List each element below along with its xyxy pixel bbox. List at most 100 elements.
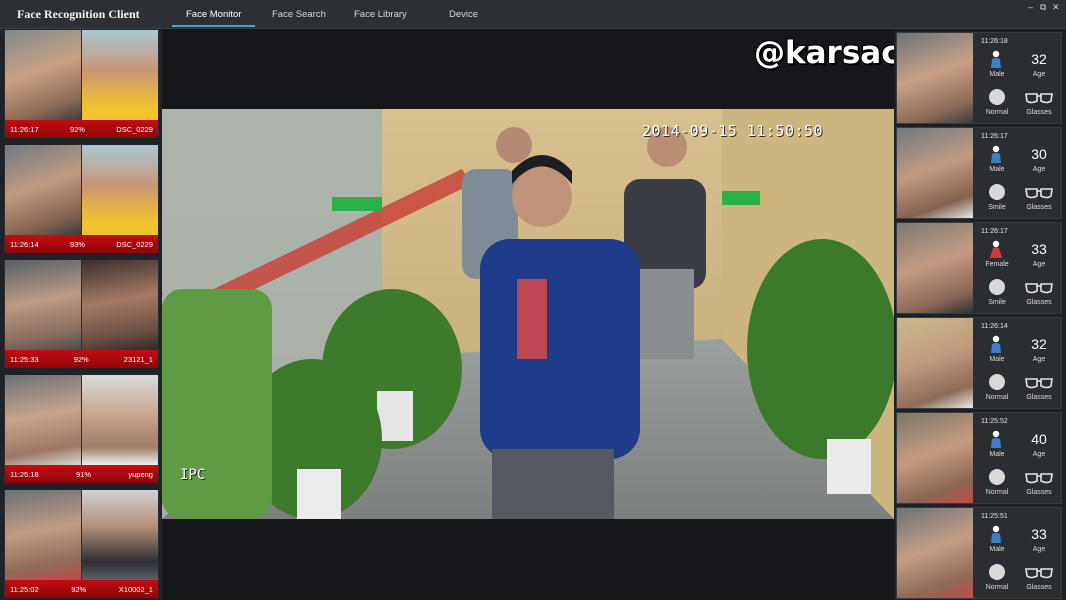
male-icon xyxy=(991,335,1001,353)
attribute-list: 11:26:18 Male 32 Age Normal Glasses 11:2… xyxy=(894,29,1066,600)
male-icon xyxy=(991,145,1001,163)
minimize-icon[interactable]: – xyxy=(1028,2,1033,12)
match-card[interactable]: 11:25:33 92% 23121_1 xyxy=(4,260,159,368)
app-title: Face Recognition Client xyxy=(17,7,140,21)
match-score: 92% xyxy=(69,124,85,134)
expression-label: Normal xyxy=(985,489,1009,496)
attribute-card[interactable]: 11:25:52 Male 40 Age Normal Glasses xyxy=(896,412,1062,504)
match-info-bar: 11:25:18 91% yupeng xyxy=(5,465,158,483)
title-bar: Face Recognition Client Face Monitor Fac… xyxy=(0,0,1066,29)
capture-time: 11:26:18 xyxy=(981,38,1008,45)
captured-face-image xyxy=(5,375,81,465)
match-name: yupeng xyxy=(128,469,153,479)
expression-label: Smile xyxy=(988,204,1006,211)
tab-face-search[interactable]: Face Search xyxy=(272,0,326,29)
gender-label: Male xyxy=(989,546,1005,553)
tab-face-library[interactable]: Face Library xyxy=(354,0,407,29)
age-value: 32 xyxy=(1031,51,1047,67)
active-tab-indicator xyxy=(172,25,255,27)
attribute-card[interactable]: 11:26:18 Male 32 Age Normal Glasses xyxy=(896,32,1062,124)
face-expression-icon xyxy=(989,89,1005,105)
face-expression-icon xyxy=(989,184,1005,200)
match-card[interactable]: 11:25:18 91% yupeng xyxy=(4,375,159,483)
glasses-label: Glasses xyxy=(1026,394,1052,401)
gender-label: Male xyxy=(989,356,1005,363)
expression-label: Normal xyxy=(985,394,1009,401)
captured-face-image xyxy=(897,508,973,598)
gender-label: Female xyxy=(985,261,1009,268)
match-name: X10002_1 xyxy=(118,584,153,594)
glasses-icon xyxy=(1025,283,1053,294)
attribute-card[interactable]: 11:26:17 Female 33 Age Smile Glasses xyxy=(896,222,1062,314)
gender-label: Male xyxy=(989,451,1005,458)
capture-time: 11:25:51 xyxy=(981,513,1008,520)
attribute-card[interactable]: 11:26:17 Male 30 Age Smile Glasses xyxy=(896,127,1062,219)
match-time: 11:25:02 xyxy=(10,584,39,594)
capture-time: 11:26:17 xyxy=(981,228,1008,235)
glasses-label: Glasses xyxy=(1026,109,1052,116)
glasses-label: Glasses xyxy=(1026,489,1052,496)
male-icon xyxy=(991,525,1001,543)
glasses-icon xyxy=(1025,473,1053,484)
captured-face-image xyxy=(897,128,973,218)
expression-label: Normal xyxy=(985,584,1009,591)
match-info-bar: 11:25:02 92% X10002_1 xyxy=(5,580,158,598)
gender-label: Male xyxy=(989,166,1005,173)
captured-face-image xyxy=(897,413,973,503)
gender-label: Male xyxy=(989,71,1005,78)
match-score: 92% xyxy=(73,354,89,364)
match-time: 11:25:18 xyxy=(10,469,39,479)
face-expression-icon xyxy=(989,374,1005,390)
match-list: 11:26:17 92% DSC_0229 11:26:14 93% DSC_0… xyxy=(0,29,162,600)
video-timestamp: 2014-09-15 11:50:50 xyxy=(642,122,824,140)
match-info-bar: 11:26:17 92% DSC_0229 xyxy=(5,120,158,138)
tab-device[interactable]: Device xyxy=(449,0,478,29)
match-time: 11:26:14 xyxy=(10,239,39,249)
age-label: Age xyxy=(1032,451,1046,458)
match-card[interactable]: 11:25:02 92% X10002_1 xyxy=(4,490,159,598)
captured-face-image xyxy=(5,260,81,350)
match-info-bar: 11:26:14 93% DSC_0229 xyxy=(5,235,158,253)
library-face-image xyxy=(82,490,158,580)
close-icon[interactable]: ✕ xyxy=(1052,2,1060,13)
age-value: 40 xyxy=(1031,431,1047,447)
match-score: 91% xyxy=(76,469,92,479)
match-card[interactable]: 11:26:17 92% DSC_0229 xyxy=(4,30,159,138)
captured-face-image xyxy=(897,33,973,123)
glasses-icon xyxy=(1025,568,1053,579)
age-value: 30 xyxy=(1031,146,1047,162)
age-label: Age xyxy=(1032,261,1046,268)
capture-time: 11:26:17 xyxy=(981,133,1008,140)
video-panel: 2014-09-15 11:50:50 IPC @karsacliaam xyxy=(162,29,995,600)
glasses-label: Glasses xyxy=(1026,204,1052,211)
captured-face-image xyxy=(5,490,81,580)
library-face-image xyxy=(82,30,158,120)
male-icon xyxy=(991,50,1001,68)
face-expression-icon xyxy=(989,279,1005,295)
female-icon xyxy=(990,240,1002,258)
match-score: 93% xyxy=(69,239,85,249)
captured-face-image xyxy=(897,223,973,313)
age-value: 32 xyxy=(1031,336,1047,352)
attribute-card[interactable]: 11:25:51 Male 33 Age Normal Glasses xyxy=(896,507,1062,599)
match-card[interactable]: 11:26:14 93% DSC_0229 xyxy=(4,145,159,253)
library-face-image xyxy=(82,260,158,350)
match-info-bar: 11:25:33 92% 23121_1 xyxy=(5,350,158,368)
face-expression-icon xyxy=(989,564,1005,580)
age-value: 33 xyxy=(1031,241,1047,257)
captured-face-image xyxy=(5,145,81,235)
live-video-feed[interactable]: 2014-09-15 11:50:50 IPC xyxy=(162,109,894,519)
match-score: 92% xyxy=(71,584,87,594)
glasses-icon xyxy=(1025,188,1053,199)
match-name: DSC_0229 xyxy=(116,124,153,134)
attribute-card[interactable]: 11:26:14 Male 32 Age Normal Glasses xyxy=(896,317,1062,409)
captured-face-image xyxy=(897,318,973,408)
restore-icon[interactable]: ⧉ xyxy=(1040,2,1046,13)
match-name: DSC_0229 xyxy=(116,239,153,249)
match-time: 11:25:33 xyxy=(10,354,39,364)
age-value: 33 xyxy=(1031,526,1047,542)
camera-label: IPC xyxy=(180,467,206,483)
expression-label: Normal xyxy=(985,109,1009,116)
match-name: 23121_1 xyxy=(123,354,153,364)
face-expression-icon xyxy=(989,469,1005,485)
